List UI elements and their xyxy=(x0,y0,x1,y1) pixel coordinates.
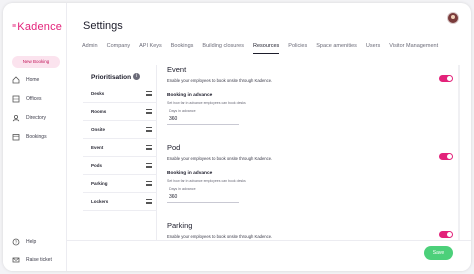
tab-api-keys[interactable]: API Keys xyxy=(139,43,162,55)
footer-bar: Save xyxy=(67,240,471,271)
drag-handle-icon[interactable] xyxy=(146,145,152,150)
prioritisation-title: Prioritisation xyxy=(91,74,132,81)
info-icon[interactable]: i xyxy=(133,73,140,80)
resources-content: Event Enable your employees to book onsi… xyxy=(167,65,457,240)
resource-section-pod: Pod Enable your employees to book onsite… xyxy=(167,143,457,203)
app-window: ≡Kadence New Booking Home Offices Direct… xyxy=(3,3,471,271)
days-in-advance-field[interactable]: Days in advance 360 xyxy=(167,187,239,203)
section-title: Pod xyxy=(167,143,181,152)
sidebar-item-label: Home xyxy=(26,77,40,83)
kadence-logo[interactable]: ≡Kadence xyxy=(12,21,62,33)
list-item-label: Event xyxy=(91,145,104,150)
sidebar-item-label: Bookings xyxy=(26,134,47,140)
tab-visitor-management[interactable]: Visitor Management xyxy=(389,43,438,55)
days-in-advance-field[interactable]: Days in advance 360 xyxy=(167,109,239,125)
section-title: Parking xyxy=(167,221,193,230)
sidebar-item-label: Directory xyxy=(26,115,47,121)
tab-company[interactable]: Company xyxy=(107,43,131,55)
list-item-label: Desks xyxy=(91,91,105,96)
resource-section-event: Event Enable your employees to book onsi… xyxy=(167,65,457,125)
logo-text: Kadence xyxy=(17,21,63,33)
drag-handle-icon[interactable] xyxy=(146,199,152,204)
save-button[interactable]: Save xyxy=(424,246,453,260)
section-title: Event xyxy=(167,65,187,74)
sidebar-item-help[interactable]: ? Help xyxy=(12,237,36,247)
home-icon xyxy=(12,76,20,84)
list-item[interactable]: Rooms xyxy=(83,103,157,121)
subsection-description: Set how far in advance employees can boo… xyxy=(167,179,246,183)
tab-policies[interactable]: Policies xyxy=(288,43,307,55)
list-item[interactable]: Event xyxy=(83,139,157,157)
tab-admin[interactable]: Admin xyxy=(82,43,98,55)
new-booking-button[interactable]: New Booking xyxy=(12,56,60,68)
parking-enable-toggle[interactable] xyxy=(439,231,453,238)
drag-handle-icon[interactable] xyxy=(146,181,152,186)
list-item-label: Onsite xyxy=(91,127,106,132)
sidebar-item-label: Offices xyxy=(26,96,42,102)
pod-enable-toggle[interactable] xyxy=(439,153,453,160)
sidebar-item-label: Help xyxy=(26,239,37,245)
drag-handle-icon[interactable] xyxy=(146,91,152,96)
prioritisation-panel: Prioritisation i Desks Rooms Onsite Even… xyxy=(83,65,157,240)
sidebar: ≡Kadence New Booking Home Offices Direct… xyxy=(3,3,67,271)
tab-building-closures[interactable]: Building closures xyxy=(202,43,244,55)
field-label: Days in advance xyxy=(169,187,196,191)
field-label: Days in advance xyxy=(169,109,196,113)
content-scrollbar[interactable] xyxy=(458,65,460,240)
sidebar-item-raise-ticket[interactable]: Raise ticket xyxy=(12,255,52,265)
list-item[interactable]: Lockers xyxy=(83,193,157,211)
sidebar-item-offices[interactable]: Offices xyxy=(12,94,41,104)
logo-mark: ≡ xyxy=(12,23,17,30)
list-item[interactable]: Parking xyxy=(83,175,157,193)
subsection-title: Booking in advance xyxy=(167,171,213,176)
offices-icon xyxy=(12,95,20,103)
drag-handle-icon[interactable] xyxy=(146,127,152,132)
tab-resources[interactable]: Resources xyxy=(252,43,280,55)
sidebar-item-bookings[interactable]: Bookings xyxy=(12,132,47,142)
list-item[interactable]: Desks xyxy=(83,85,157,103)
sidebar-item-home[interactable]: Home xyxy=(12,75,39,85)
list-item-label: Rooms xyxy=(91,109,107,114)
resource-section-parking: Parking Enable your employees to book on… xyxy=(167,221,457,239)
tab-bookings[interactable]: Bookings xyxy=(171,43,194,55)
tab-space-amenities[interactable]: Space amenities xyxy=(316,43,357,55)
list-item-label: Lockers xyxy=(91,199,109,204)
drag-handle-icon[interactable] xyxy=(146,163,152,168)
sidebar-item-directory[interactable]: Directory xyxy=(12,113,46,123)
list-item[interactable]: Onsite xyxy=(83,121,157,139)
ticket-icon xyxy=(12,257,20,263)
directory-icon xyxy=(12,114,20,122)
event-enable-toggle[interactable] xyxy=(439,75,453,82)
prioritisation-list: Desks Rooms Onsite Event Pods Parking Lo… xyxy=(83,85,157,211)
list-item-label: Pods xyxy=(91,163,103,168)
subsection-title: Booking in advance xyxy=(167,93,213,98)
help-icon: ? xyxy=(12,238,20,246)
days-in-advance-input[interactable]: 360 xyxy=(169,116,229,122)
section-description: Enable your employees to book onsite thr… xyxy=(167,234,273,239)
list-item-label: Parking xyxy=(91,181,108,186)
days-in-advance-input[interactable]: 360 xyxy=(169,194,229,200)
tab-users[interactable]: Users xyxy=(366,43,380,55)
page-title: Settings xyxy=(83,20,123,32)
subsection-description: Set how far in advance employees can boo… xyxy=(167,101,246,105)
section-description: Enable your employees to book onsite thr… xyxy=(167,78,273,83)
user-avatar[interactable] xyxy=(447,12,459,24)
svg-text:?: ? xyxy=(15,240,18,245)
bookings-icon xyxy=(12,134,20,141)
list-item[interactable]: Pods xyxy=(83,157,157,175)
section-description: Enable your employees to book onsite thr… xyxy=(167,156,273,161)
settings-tabs: Admin Company API Keys Bookings Building… xyxy=(82,43,466,55)
drag-handle-icon[interactable] xyxy=(146,109,152,114)
sidebar-item-label: Raise ticket xyxy=(26,257,52,263)
